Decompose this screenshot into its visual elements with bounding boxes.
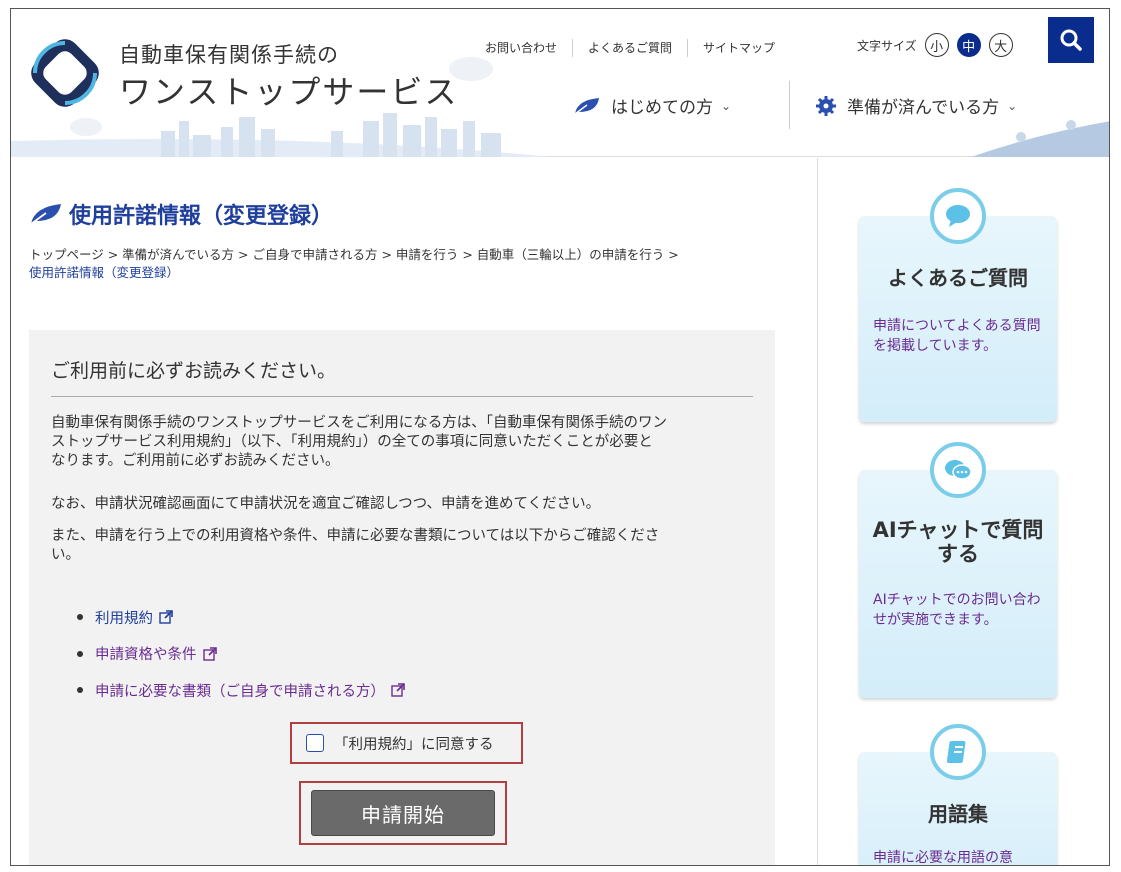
site-title-line1[interactable]: 自動車保有関係手続の (119, 39, 339, 69)
external-link-icon (391, 683, 405, 697)
sitemap-link[interactable]: サイトマップ (687, 39, 790, 57)
chevron-down-icon: ⌄ (1007, 98, 1018, 113)
notice-text-line: 自動車保有関係手続のワンストップサービスをご利用になる方は、「自動車保有関係手続… (51, 415, 667, 431)
search-button[interactable] (1048, 17, 1094, 63)
contact-link[interactable]: お問い合わせ (485, 39, 572, 57)
agree-terms-label[interactable]: 「利用規約」に同意する (334, 733, 494, 754)
card-title: よくあるご質問 (888, 266, 1028, 290)
nav-first-label: はじめての方 (611, 98, 713, 118)
notice-paragraph-2: なお、申請状況確認画面にて申請状況を適宜ご確認しつつ、申請を進めてください。 (51, 496, 601, 512)
utility-nav: お問い合わせ よくあるご質問 サイトマップ (485, 39, 790, 57)
notice-paragraph-3: また、申請を行う上での利用資格や条件、申請に必要な書類については以下からご確認く… (51, 527, 761, 565)
speech-bubble-icon (930, 188, 986, 244)
notice-panel: ご利用前に必ずお読みください。 自動車保有関係手続のワンストップサービスをご利用… (29, 330, 775, 865)
font-size-small-button[interactable]: 小 (924, 33, 949, 57)
gear-icon (816, 95, 836, 116)
main-content: 使用許諾情報（変更登録） トップページ > 準備が済んでいる方 > ご自身で申請… (11, 158, 817, 865)
required-documents-link[interactable]: 申請に必要な書類（ご自身で申請される方） (95, 680, 385, 701)
book-icon (930, 724, 986, 780)
card-description: AIチャットでのお問い合わせが実施できます。 (873, 592, 1041, 628)
font-size-medium-button[interactable]: 中 (956, 33, 981, 57)
start-button-highlight: 申請開始 (299, 781, 507, 845)
reference-links: 利用規約 申請資格や条件 申請に必要な書類（ご自身で申請される方） (77, 608, 405, 718)
leaf-icon (30, 204, 61, 225)
agree-terms-highlight[interactable]: 「利用規約」に同意する (290, 722, 523, 764)
browser-viewport: 自動車保有関係手続の ワンストップサービス お問い合わせ よくあるご質問 サイト… (10, 8, 1110, 866)
chat-bubbles-icon (930, 442, 986, 498)
font-size-label: 文字サイズ (857, 38, 917, 53)
page-title-text: 使用許諾情報（変更登録） (69, 204, 334, 229)
breadcrumb-trail[interactable]: トップページ > 準備が済んでいる方 > ご自身で申請される方 > 申請を行う … (29, 246, 789, 264)
terms-link[interactable]: 利用規約 (95, 607, 153, 628)
card-title-line: する (937, 542, 979, 566)
list-item: 申請資格や条件 (77, 645, 405, 663)
external-link-icon (159, 610, 173, 624)
external-link-icon (202, 646, 217, 661)
bullet (77, 687, 83, 693)
chevron-down-icon: ⌄ (721, 98, 732, 113)
nav-first-time-users[interactable]: はじめての方 ⌄ (573, 93, 731, 118)
notice-heading: ご利用前に必ずお読みください。 (51, 360, 337, 382)
divider (51, 396, 753, 397)
list-item: 利用規約 (77, 607, 405, 628)
agree-terms-checkbox[interactable] (306, 734, 324, 752)
site-header: 自動車保有関係手続の ワンストップサービス お問い合わせ よくあるご質問 サイト… (11, 9, 1109, 157)
notice-text-line: ストップサービス利用規約」（以下、「利用規約」）の全ての事項に同意いただくことが… (51, 434, 653, 450)
search-icon (1060, 29, 1082, 51)
site-logo[interactable] (23, 31, 107, 115)
faq-link[interactable]: よくあるご質問 (572, 39, 687, 57)
notice-paragraph-1: 自動車保有関係手続のワンストップサービスをご利用になる方は、「自動車保有関係手続… (51, 414, 761, 471)
notice-text-line: い。 (51, 547, 80, 563)
bullet (77, 614, 83, 620)
breadcrumb-current: 使用許諾情報（変更登録） (29, 265, 180, 280)
card-title: 用語集 (928, 802, 988, 826)
nav-ready-label: 準備が済んでいる方 (847, 98, 1000, 118)
nav-prepared-users[interactable]: 準備が済んでいる方 ⌄ (815, 93, 1017, 118)
ai-chat-card[interactable]: AIチャットで質問 する AIチャットでのお問い合わせが実施できます。 (859, 442, 1057, 698)
card-title: AIチャットで質問 する (859, 518, 1057, 566)
notice-text-line: なります。ご利用前に必ずお読みください。 (51, 453, 340, 469)
notice-text-line: また、申請を行う上での利用資格や条件、申請に必要な書類については以下からご確認く… (51, 528, 660, 544)
font-size-switcher: 文字サイズ 小 中 大 (857, 33, 1021, 57)
card-title-line: AIチャットで質問 (872, 518, 1044, 542)
sidebar: よくあるご質問 申請についてよくある質問を掲載しています。 AIチャットで質問 … (817, 158, 1109, 866)
list-item: 申請に必要な書類（ご自身で申請される方） (77, 680, 405, 701)
leaf-icon (574, 97, 599, 115)
site-title-line2[interactable]: ワンストップサービス (119, 67, 458, 113)
nav-divider (789, 81, 790, 129)
font-size-large-button[interactable]: 大 (988, 33, 1013, 57)
glossary-card[interactable]: 用語集 申請に必要な用語の意 (859, 724, 1057, 866)
page-title: 使用許諾情報（変更登録） (29, 198, 333, 230)
card-description: 申請に必要な用語の意 (873, 850, 1013, 866)
eligibility-link[interactable]: 申請資格や条件 (95, 643, 197, 664)
card-description: 申請についてよくある質問を掲載しています。 (873, 318, 1041, 354)
breadcrumb: トップページ > 準備が済んでいる方 > ご自身で申請される方 > 申請を行う … (29, 246, 789, 282)
start-application-button[interactable]: 申請開始 (311, 790, 495, 836)
bullet (77, 650, 83, 657)
faq-card[interactable]: よくあるご質問 申請についてよくある質問を掲載しています。 (859, 188, 1057, 422)
